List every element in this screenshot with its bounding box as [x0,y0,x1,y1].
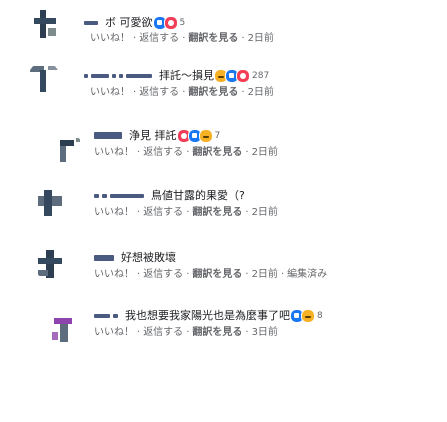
comment-item: 拝託〜損見 287 いいね！ · 返信する · 翻訳を見る · 2日前 [0,62,447,118]
comment-text: 我也想要我家陽光也是為麼事了吧 [125,308,290,322]
comment-header: 好想被敗壞 [94,248,176,266]
separator: · [245,269,249,280]
avatar[interactable] [28,62,60,94]
comment-item: 浄見 拝託 7 いいね！ · 返信する · 翻訳を見る · 2日前 [0,122,447,178]
reaction-icons[interactable] [152,14,178,32]
like-link[interactable]: いいね！ [94,269,134,280]
comment-header: 鳥値甘露的果愛（? [94,186,245,204]
reaction-count[interactable]: 287 [252,67,269,85]
separator: · [245,327,249,338]
reply-link[interactable]: 返信する [143,147,183,158]
commenter-name[interactable] [94,187,147,205]
comment-thread: ボ 可愛欲 5 いいね！ · 返信する · 翻訳を見る · 2日前 拝託〜損見 287 いいね！… [0,0,447,422]
like-link[interactable]: いいね！ [94,207,134,218]
reply-link[interactable]: 返信する [139,87,179,98]
separator: · [280,269,285,280]
separator: · [182,87,186,98]
love-reaction-icon [163,16,178,30]
separator: · [137,269,141,280]
sad-reaction-icon [198,129,213,143]
comment-header: ボ 可愛欲 5 [84,13,185,31]
love-reaction-icon [236,69,250,83]
like-link[interactable]: いいね！ [90,33,130,44]
timestamp-link[interactable]: 2日前 [252,269,278,280]
comment-item: 我也想要我家陽光也是為麼事了吧 8 いいね！ · 返信する · 翻訳を見る · 3日前 [0,300,447,356]
timestamp-link[interactable]: 2日前 [248,33,274,44]
separator: · [133,87,137,98]
separator: · [186,269,190,280]
separator: · [182,33,186,44]
comment-header: 我也想要我家陽光也是為麼事了吧 8 [94,306,323,324]
comment-text: 鳥値甘露的果愛（? [151,188,245,202]
comment-actions: いいね！ · 返信する · 翻訳を見る · 2日前 [94,146,278,160]
separator: · [241,87,245,98]
comment-header: 浄見 拝託 7 [94,126,220,144]
commenter-name[interactable] [94,307,121,325]
commenter-name[interactable] [94,249,117,267]
reaction-count[interactable]: 8 [317,307,323,325]
separator: · [186,147,190,158]
timestamp-link[interactable]: 2日前 [248,87,274,98]
comment-item: 好想被敗壞 いいね！ · 返信する · 翻訳を見る · 2日前 · 編集済み [0,244,447,300]
reaction-icons[interactable] [214,67,250,85]
translate-link[interactable]: 翻訳を見る [192,327,242,338]
commenter-name[interactable] [84,14,101,32]
like-link[interactable]: いいね！ [94,327,134,338]
reply-link[interactable]: 返信する [143,269,183,280]
separator: · [245,147,249,158]
translate-link[interactable]: 翻訳を見る [192,207,242,218]
reply-link[interactable]: 返信する [143,327,183,338]
reaction-icons[interactable] [176,127,213,145]
reaction-icons[interactable] [290,307,315,325]
separator: · [137,147,141,158]
comment-item: ボ 可愛欲 5 いいね！ · 返信する · 翻訳を見る · 2日前 [0,6,447,62]
separator: · [241,33,245,44]
reaction-count[interactable]: 7 [215,127,221,145]
reaction-count[interactable]: 5 [180,14,186,32]
like-link[interactable]: いいね！ [90,87,130,98]
timestamp-link[interactable]: 2日前 [252,207,278,218]
translate-link[interactable]: 翻訳を見る [188,33,238,44]
separator: · [137,327,141,338]
avatar[interactable] [34,248,66,280]
timestamp-link[interactable]: 3日前 [252,327,278,338]
edited-link[interactable]: 編集済み [287,269,327,280]
comment-text: 好想被敗壞 [121,250,176,264]
comment-text: ボ 可愛欲 [105,15,153,29]
comment-text: 拝託〜損見 [159,68,214,82]
reply-link[interactable]: 返信する [139,33,179,44]
separator: · [245,207,249,218]
comment-item: 鳥値甘露的果愛（? いいね！ · 返信する · 翻訳を見る · 2日前 [0,182,447,238]
separator: · [186,327,190,338]
translate-link[interactable]: 翻訳を見る [192,147,242,158]
comment-actions: いいね！ · 返信する · 翻訳を見る · 2日前 [90,32,274,46]
avatar[interactable] [52,134,84,166]
avatar[interactable] [30,8,62,40]
separator: · [133,33,137,44]
like-link[interactable]: いいね！ [94,147,134,158]
translate-link[interactable]: 翻訳を見る [188,87,238,98]
comment-header: 拝託〜損見 287 [84,66,269,84]
avatar[interactable] [48,314,80,346]
commenter-name[interactable] [94,127,125,145]
separator: · [186,207,190,218]
commenter-name[interactable] [84,67,155,85]
comment-text: 浄見 拝託 [129,128,177,142]
translate-link[interactable]: 翻訳を見る [192,269,242,280]
timestamp-link[interactable]: 2日前 [252,147,278,158]
comment-actions: いいね！ · 返信する · 翻訳を見る · 2日前 [94,206,278,220]
comment-actions: いいね！ · 返信する · 翻訳を見る · 2日前 [90,86,274,100]
avatar[interactable] [34,186,66,218]
comment-actions: いいね！ · 返信する · 翻訳を見る · 2日前 · 編集済み [94,268,327,282]
separator: · [137,207,141,218]
reply-link[interactable]: 返信する [143,207,183,218]
wow-reaction-icon [301,309,315,323]
comment-actions: いいね！ · 返信する · 翻訳を見る · 3日前 [94,326,278,340]
